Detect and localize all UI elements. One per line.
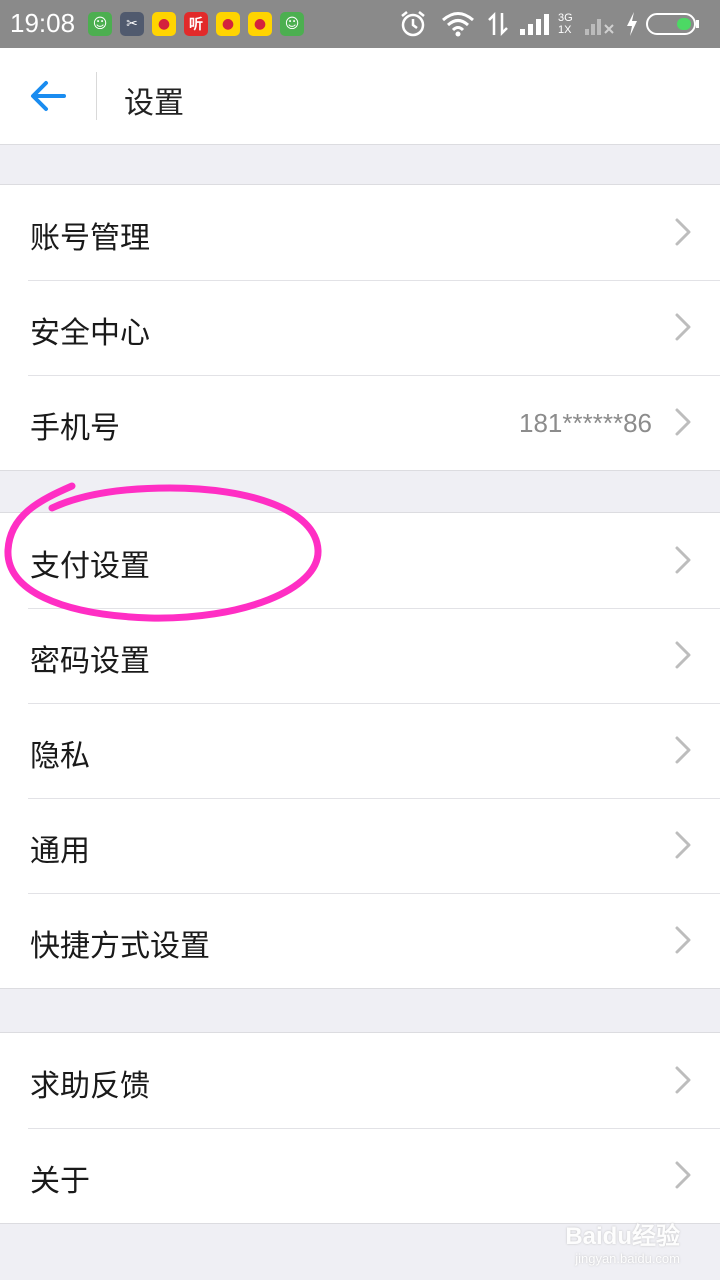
settings-row-label: 手机号 [30, 411, 120, 446]
settings-group-help: 求助反馈 关于 [0, 1032, 720, 1224]
settings-row[interactable]: 账号管理 [0, 185, 720, 280]
settings-row-label: 支付设置 [30, 549, 150, 584]
app-header: 设置 [0, 48, 720, 145]
settings-row[interactable]: 快捷方式设置 [0, 893, 720, 988]
network-type: 3G 1X [558, 12, 573, 36]
data-transfer-icon [488, 11, 508, 37]
back-button[interactable] [22, 70, 74, 122]
status-time: 19:08 [10, 8, 76, 38]
settings-row[interactable]: 密码设置 [0, 608, 720, 703]
wifi-icon [442, 12, 474, 37]
chevron-right-icon [675, 736, 691, 764]
settings-row-value: 181******86 [518, 408, 652, 438]
chevron-right-icon [675, 218, 691, 246]
settings-row-label: 快捷方式设置 [30, 929, 210, 964]
battery-icon [645, 13, 699, 35]
chevron-right-icon [675, 831, 691, 859]
chevron-right-icon [675, 926, 691, 954]
ting-icon: 听 [184, 12, 208, 36]
chevron-right-icon [675, 408, 691, 436]
chevron-right-icon [675, 1066, 691, 1094]
settings-row[interactable]: 通用 [0, 798, 720, 893]
chevron-right-icon [675, 1161, 691, 1189]
settings-row-label: 求助反馈 [30, 1069, 150, 1104]
settings-row[interactable]: 支付设置 [0, 513, 720, 608]
page-title: 设置 [124, 86, 184, 121]
chevron-right-icon [675, 546, 691, 574]
settings-row[interactable]: 隐私 [0, 703, 720, 798]
settings-row-label: 隐私 [30, 739, 90, 774]
settings-row[interactable]: 求助反馈 [0, 1033, 720, 1128]
weibo-icon: ● [152, 12, 176, 36]
chevron-right-icon [675, 641, 691, 669]
header-divider [96, 72, 97, 120]
signal-bars-icon [520, 14, 549, 35]
back-arrow-icon [31, 81, 66, 111]
alarm-icon [401, 11, 425, 37]
settings-group-general: 支付设置密码设置隐私通用快捷方式设置 [0, 512, 720, 989]
chevron-right-icon [675, 313, 691, 341]
settings-group-account: 账号管理安全中心手机号 181******86 [0, 184, 720, 471]
weibo-icon: ● [248, 12, 272, 36]
settings-row-label: 密码设置 [30, 644, 150, 679]
settings-row-label: 账号管理 [30, 221, 150, 256]
settings-row[interactable]: 安全中心 [0, 280, 720, 375]
status-bar: 19:08 ☺ ✂ ● 听 ● ● ☺ 3G 1X [0, 0, 720, 48]
settings-row-label: 关于 [30, 1164, 90, 1199]
charging-icon [626, 12, 637, 36]
app-green-icon: ☺ [88, 12, 112, 36]
settings-row[interactable]: 关于 [0, 1128, 720, 1223]
weibo-icon: ● [216, 12, 240, 36]
settings-row-label: 通用 [30, 834, 90, 869]
signal-no-service-icon [584, 19, 614, 35]
baidu-watermark: Baidu经验 jingyan.baidu.com [565, 1223, 680, 1266]
app-green-icon: ☺ [280, 12, 304, 36]
app-scissors-icon: ✂ [120, 12, 144, 36]
status-right: 3G 1X [398, 0, 701, 48]
settings-row[interactable]: 手机号 181******86 [0, 375, 720, 470]
settings-row-label: 安全中心 [30, 316, 150, 351]
